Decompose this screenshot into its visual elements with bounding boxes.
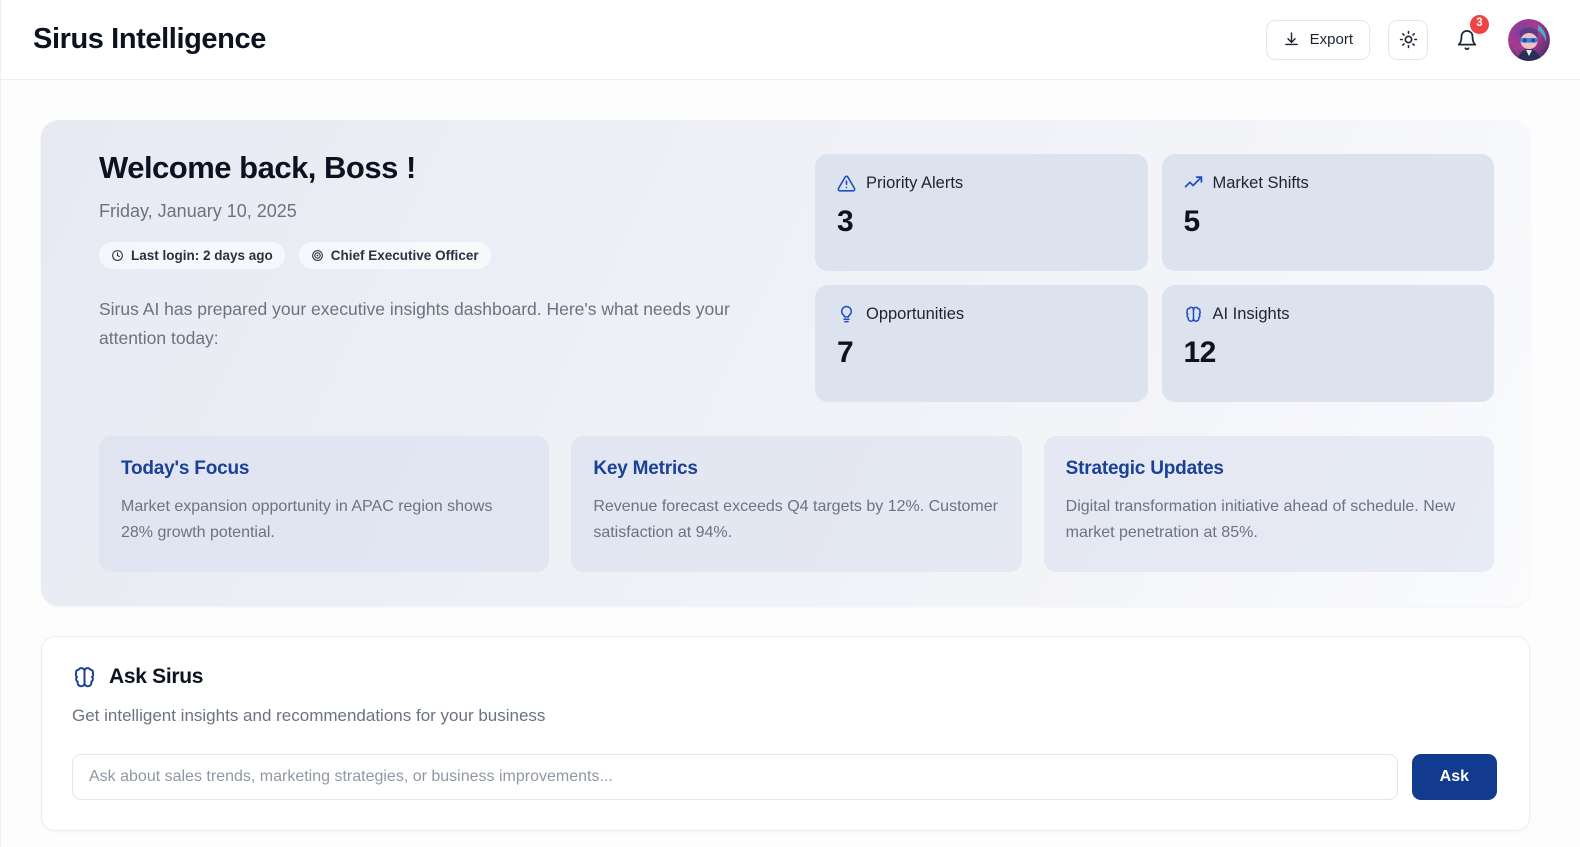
welcome-pill-row: Last login: 2 days ago Chief Executive O…	[71, 242, 791, 269]
page-title: Sirus Intelligence	[33, 23, 266, 55]
welcome-top-row: Welcome back, Boss ! Friday, January 10,…	[71, 150, 1494, 402]
role-pill-label: Chief Executive Officer	[330, 248, 479, 263]
stat-value: 7	[837, 336, 854, 369]
info-panel-key-metrics: Key Metrics Revenue forecast exceeds Q4 …	[571, 436, 1022, 572]
welcome-title: Welcome back, Boss !	[99, 150, 416, 185]
ask-submit-button[interactable]: Ask	[1411, 753, 1497, 800]
ask-sirus-header: Ask Sirus	[72, 665, 1497, 690]
stat-card-header: Priority Alerts	[837, 174, 1126, 193]
welcome-description: Sirus AI has prepared your executive ins…	[99, 299, 730, 349]
stat-label: Priority Alerts	[866, 174, 964, 192]
last-login-pill-label: Last login: 2 days ago	[131, 248, 273, 263]
theme-toggle-button[interactable]	[1388, 19, 1428, 60]
info-panel-row: Today's Focus Market expansion opportuni…	[71, 436, 1494, 572]
stat-card-opportunities[interactable]: Opportunities 7	[815, 285, 1148, 402]
download-icon	[1283, 31, 1300, 48]
brain-icon	[1184, 305, 1203, 324]
info-panel-todays-focus: Today's Focus Market expansion opportuni…	[99, 436, 550, 572]
brain-icon	[72, 665, 97, 690]
avatar[interactable]	[1508, 18, 1550, 61]
welcome-card: Welcome back, Boss ! Friday, January 10,…	[41, 120, 1530, 606]
stat-card-ai-insights[interactable]: AI Insights 12	[1161, 285, 1494, 402]
stat-card-header: Market Shifts	[1184, 174, 1473, 193]
ask-sirus-input-row: Ask	[72, 753, 1497, 800]
info-panel-title: Key Metrics	[593, 458, 698, 479]
target-icon	[311, 249, 324, 262]
info-panel-text: Market expansion opportunity in APAC reg…	[121, 498, 493, 541]
info-panel-title: Strategic Updates	[1065, 458, 1224, 479]
welcome-text-block: Welcome back, Boss ! Friday, January 10,…	[71, 150, 791, 354]
info-panel-title: Today's Focus	[121, 458, 250, 479]
ask-sirus-subtitle: Get intelligent insights and recommendat…	[72, 705, 546, 725]
export-button-label: Export	[1309, 31, 1353, 48]
last-login-pill: Last login: 2 days ago	[99, 242, 285, 269]
stat-card-header: Opportunities	[837, 305, 1126, 324]
ask-sirus-title: Ask Sirus	[109, 665, 204, 689]
info-panel-text: Digital transformation initiative ahead …	[1065, 498, 1456, 541]
welcome-date: Friday, January 10, 2025	[99, 201, 297, 221]
stat-label: Market Shifts	[1212, 174, 1309, 192]
stat-value: 3	[837, 205, 854, 238]
sun-icon	[1399, 30, 1418, 49]
ask-sirus-card: Ask Sirus Get intelligent insights and r…	[41, 635, 1530, 831]
stat-label: AI Insights	[1212, 305, 1290, 323]
stat-label: Opportunities	[866, 305, 965, 323]
clock-icon	[111, 249, 124, 262]
lightbulb-icon	[837, 305, 856, 324]
page-content: Welcome back, Boss ! Friday, January 10,…	[1, 80, 1580, 847]
stat-value: 12	[1183, 336, 1217, 369]
trending-up-icon	[1184, 174, 1203, 193]
role-pill: Chief Executive Officer	[298, 242, 491, 269]
stat-value: 5	[1183, 205, 1201, 238]
export-button[interactable]: Export	[1265, 19, 1370, 60]
app-header: Sirus Intelligence Export 3	[1, 0, 1580, 80]
header-actions: Export 3	[1265, 14, 1550, 61]
ask-input[interactable]	[72, 753, 1398, 800]
info-panel-text: Revenue forecast exceeds Q4 targets by 1…	[593, 498, 998, 541]
stat-card-priority-alerts[interactable]: Priority Alerts 3	[815, 154, 1148, 271]
stat-card-grid: Priority Alerts 3 Market Shifts 5 Opport…	[815, 154, 1494, 402]
info-panel-strategic-updates: Strategic Updates Digital transformation…	[1043, 436, 1494, 572]
dashboard-root: Sirus Intelligence Export 3 Welcome back…	[0, 0, 1580, 847]
stat-card-header: AI Insights	[1184, 305, 1473, 324]
notification-badge: 3	[1470, 14, 1489, 34]
notifications-button[interactable]: 3	[1450, 14, 1489, 59]
stat-card-market-shifts[interactable]: Market Shifts 5	[1161, 154, 1494, 271]
alert-triangle-icon	[837, 174, 856, 193]
